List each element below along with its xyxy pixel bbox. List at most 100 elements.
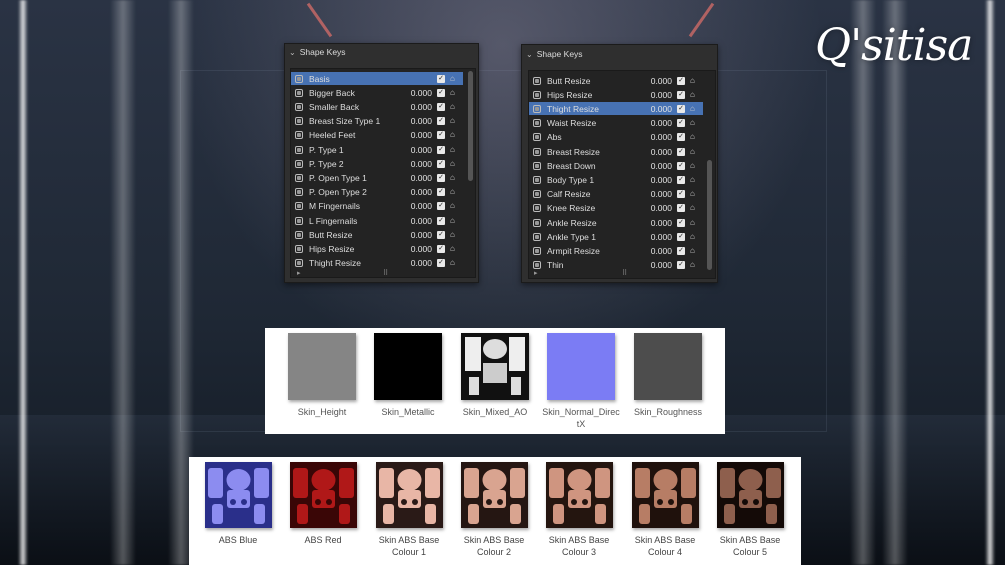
- lock-icon[interactable]: ⌂: [690, 119, 699, 127]
- lock-icon[interactable]: ⌂: [450, 117, 459, 125]
- lock-icon[interactable]: ⌂: [690, 232, 699, 241]
- chevron-down-icon[interactable]: ⌄: [526, 50, 533, 59]
- shape-key-value[interactable]: 0.000: [392, 173, 432, 183]
- checkbox-icon[interactable]: ✓: [437, 216, 445, 225]
- scrollbar[interactable]: [707, 160, 712, 270]
- shape-key-value[interactable]: 0.000: [392, 244, 432, 254]
- checkbox-icon[interactable]: ✓: [677, 161, 685, 170]
- checkbox-icon[interactable]: ✓: [677, 133, 685, 142]
- checkbox-icon[interactable]: ✓: [677, 232, 685, 241]
- shape-key-row[interactable]: Breast Resize 0.000 ✓ ⌂: [529, 145, 703, 158]
- shape-key-list[interactable]: Butt Resize 0.000 ✓ ⌂ Hips Resize 0.000 ✓ ⌂ Thig…: [528, 70, 716, 279]
- checkbox-icon[interactable]: ✓: [677, 261, 685, 270]
- lock-icon[interactable]: ⌂: [450, 159, 459, 168]
- shape-key-value[interactable]: 0.000: [632, 203, 672, 213]
- lock-icon[interactable]: ⌂: [690, 104, 699, 113]
- lock-icon[interactable]: ⌂: [450, 188, 459, 196]
- lock-icon[interactable]: ⌂: [450, 173, 459, 182]
- shape-key-value[interactable]: 0.000: [392, 216, 432, 226]
- checkbox-icon[interactable]: ✓: [437, 230, 445, 239]
- shape-key-row[interactable]: L Fingernails 0.000 ✓ ⌂: [291, 214, 463, 227]
- expand-arrow-icon[interactable]: ▸: [297, 269, 301, 277]
- checkbox-icon[interactable]: ✓: [437, 117, 445, 126]
- checkbox-icon[interactable]: ✓: [677, 246, 685, 255]
- shape-key-row[interactable]: Butt Resize 0.000 ✓ ⌂: [291, 228, 463, 241]
- shape-key-row[interactable]: P. Open Type 2 0.000 ✓ ⌂: [291, 186, 463, 199]
- shape-key-row[interactable]: Calf Resize 0.000 ✓ ⌂: [529, 188, 703, 201]
- shape-key-value[interactable]: 0.000: [392, 258, 432, 268]
- checkbox-icon[interactable]: ✓: [437, 131, 445, 140]
- shape-key-list[interactable]: Basis ✓ ⌂ Bigger Back 0.000 ✓ ⌂ Smaller Back 0.0…: [290, 68, 476, 278]
- lock-icon[interactable]: ⌂: [450, 102, 459, 111]
- lock-icon[interactable]: ⌂: [450, 74, 459, 83]
- expand-arrow-icon[interactable]: ▸: [534, 269, 538, 277]
- lock-icon[interactable]: ⌂: [690, 133, 699, 141]
- shape-key-row[interactable]: Hips Resize 0.000 ✓ ⌂: [529, 88, 703, 101]
- lock-icon[interactable]: ⌂: [690, 218, 699, 227]
- shape-key-row[interactable]: Abs 0.000 ✓ ⌂: [529, 131, 703, 144]
- checkbox-icon[interactable]: ✓: [677, 119, 685, 128]
- shape-key-row[interactable]: Armpit Resize 0.000 ✓ ⌂: [529, 244, 703, 257]
- lock-icon[interactable]: ⌂: [690, 147, 699, 156]
- shape-key-row[interactable]: Smaller Back 0.000 ✓ ⌂: [291, 100, 463, 113]
- panel-header[interactable]: ⌄ Shape Keys: [285, 44, 478, 60]
- chevron-down-icon[interactable]: ⌄: [289, 48, 296, 57]
- lock-icon[interactable]: ⌂: [690, 246, 699, 255]
- checkbox-icon[interactable]: ✓: [437, 88, 445, 97]
- shape-key-row[interactable]: Thight Resize 0.000 ✓ ⌂: [529, 102, 703, 116]
- shape-key-row[interactable]: P. Open Type 1 0.000 ✓ ⌂: [291, 171, 463, 184]
- checkbox-icon[interactable]: ✓: [437, 145, 445, 154]
- shape-key-row[interactable]: M Fingernails 0.000 ✓ ⌂: [291, 200, 463, 213]
- shape-key-value[interactable]: 0.000: [632, 218, 672, 228]
- shape-key-row[interactable]: Bigger Back 0.000 ✓ ⌂: [291, 86, 463, 99]
- shape-key-value[interactable]: 0.000: [392, 88, 432, 98]
- shape-key-row[interactable]: Breast Size Type 1 0.000 ✓ ⌂: [291, 115, 463, 128]
- shape-key-value[interactable]: 0.000: [392, 201, 432, 211]
- shape-key-value[interactable]: 0.000: [632, 175, 672, 185]
- shape-key-row[interactable]: Ankle Type 1 0.000 ✓ ⌂: [529, 230, 703, 243]
- panel-header[interactable]: ⌄ Shape Keys: [522, 45, 717, 63]
- shape-key-value[interactable]: 0.000: [632, 232, 672, 242]
- shape-key-row[interactable]: Waist Resize 0.000 ✓ ⌂: [529, 117, 703, 130]
- lock-icon[interactable]: ⌂: [450, 230, 459, 239]
- checkbox-icon[interactable]: ✓: [677, 104, 685, 113]
- shape-key-value[interactable]: 0.000: [392, 145, 432, 155]
- checkbox-icon[interactable]: ✓: [677, 147, 685, 156]
- checkbox-icon[interactable]: ✓: [677, 90, 685, 99]
- shape-key-value[interactable]: 0.000: [392, 102, 432, 112]
- checkbox-icon[interactable]: ✓: [437, 188, 445, 197]
- checkbox-icon[interactable]: ✓: [437, 259, 445, 268]
- checkbox-icon[interactable]: ✓: [437, 102, 445, 111]
- checkbox-icon[interactable]: ✓: [677, 218, 685, 227]
- shape-key-value[interactable]: 0.000: [632, 76, 672, 86]
- checkbox-icon[interactable]: ✓: [437, 159, 445, 168]
- shape-key-value[interactable]: 0.000: [632, 132, 672, 142]
- shape-key-row[interactable]: Basis ✓ ⌂: [291, 72, 463, 85]
- shape-key-row[interactable]: P. Type 1 0.000 ✓ ⌂: [291, 143, 463, 156]
- resize-grip-icon[interactable]: ⠿: [383, 269, 388, 277]
- shape-key-value[interactable]: 0.000: [392, 230, 432, 240]
- shape-key-value[interactable]: 0.000: [632, 246, 672, 256]
- lock-icon[interactable]: ⌂: [690, 90, 699, 99]
- shape-key-value[interactable]: 0.000: [392, 159, 432, 169]
- lock-icon[interactable]: ⌂: [690, 76, 699, 85]
- lock-icon[interactable]: ⌂: [450, 216, 459, 225]
- shape-key-value[interactable]: 0.000: [392, 116, 432, 126]
- lock-icon[interactable]: ⌂: [690, 261, 699, 269]
- lock-icon[interactable]: ⌂: [450, 131, 459, 139]
- lock-icon[interactable]: ⌂: [690, 190, 699, 198]
- shape-key-row[interactable]: P. Type 2 0.000 ✓ ⌂: [291, 157, 463, 170]
- checkbox-icon[interactable]: ✓: [677, 76, 685, 85]
- shape-key-value[interactable]: 0.000: [392, 187, 432, 197]
- shape-key-value[interactable]: 0.000: [632, 260, 672, 270]
- shape-key-row[interactable]: Hips Resize 0.000 ✓ ⌂: [291, 242, 463, 255]
- checkbox-icon[interactable]: ✓: [677, 175, 685, 184]
- shape-key-row[interactable]: Thin 0.000 ✓ ⌂: [529, 259, 703, 272]
- shape-key-value[interactable]: 0.000: [632, 90, 672, 100]
- scrollbar[interactable]: [468, 71, 473, 181]
- lock-icon[interactable]: ⌂: [450, 145, 459, 154]
- lock-icon[interactable]: ⌂: [450, 259, 459, 267]
- shape-key-row[interactable]: Heeled Feet 0.000 ✓ ⌂: [291, 129, 463, 142]
- checkbox-icon[interactable]: ✓: [437, 244, 445, 253]
- shape-key-row[interactable]: Ankle Resize 0.000 ✓ ⌂: [529, 216, 703, 229]
